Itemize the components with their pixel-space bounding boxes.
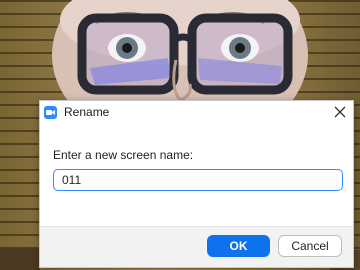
dialog-footer: OK Cancel (40, 226, 353, 267)
dialog-title: Rename (64, 105, 110, 119)
meeting-window: Rename Enter a new screen name: OK Cance… (0, 0, 360, 270)
rename-dialog: Rename Enter a new screen name: OK Cance… (39, 100, 354, 268)
cancel-button[interactable]: Cancel (278, 235, 342, 257)
ok-button[interactable]: OK (207, 235, 270, 257)
zoom-camera-icon (44, 106, 57, 119)
close-icon (334, 106, 346, 118)
screen-name-input[interactable] (53, 169, 343, 191)
screen-name-prompt: Enter a new screen name: (53, 148, 194, 162)
close-button[interactable] (331, 103, 349, 121)
dialog-titlebar: Rename (40, 101, 353, 126)
